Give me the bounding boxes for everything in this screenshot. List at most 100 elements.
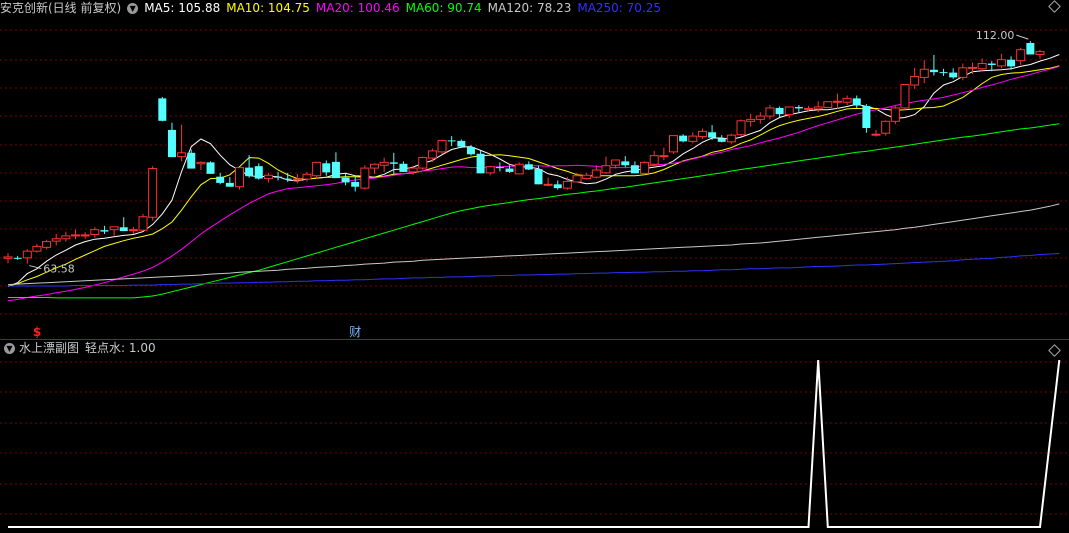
candle-body	[427, 150, 437, 159]
candle-body	[708, 132, 717, 138]
min-price-label: 63.58	[43, 263, 75, 276]
candle-body	[379, 161, 389, 166]
candle-body	[341, 177, 350, 183]
candle-body	[167, 129, 176, 158]
candle-body	[466, 147, 475, 155]
price-chart[interactable]: 112.00 63.58 $ 财	[0, 0, 1069, 533]
candle-body	[351, 181, 360, 187]
candle-body	[832, 100, 842, 103]
candle-body	[746, 118, 756, 122]
candle-body	[389, 162, 398, 164]
candle-body	[611, 159, 621, 166]
candle-body	[495, 167, 504, 169]
max-price-label: 112.00	[976, 29, 1015, 42]
candle-body	[919, 68, 929, 78]
candle-body	[245, 167, 254, 177]
candle-body	[206, 162, 215, 174]
candle-body	[562, 180, 572, 189]
candle-body	[254, 166, 263, 179]
candle-body	[292, 178, 302, 181]
candle-body	[274, 176, 283, 178]
candle-body	[765, 107, 775, 117]
candle-body	[688, 135, 698, 142]
candle-body	[505, 168, 514, 172]
candle-body	[534, 169, 543, 185]
candle-body	[177, 152, 187, 158]
candle-body	[900, 84, 910, 109]
candle-body	[591, 169, 601, 178]
candle-body	[939, 72, 948, 74]
candle-body	[399, 163, 408, 172]
candle-body	[148, 168, 158, 218]
candle-body	[668, 135, 678, 153]
candle-body	[958, 67, 968, 78]
candle-body	[967, 66, 977, 69]
candle-body	[216, 176, 225, 183]
candle-body	[630, 165, 639, 174]
candle-body	[582, 174, 592, 180]
candle-body	[601, 165, 611, 174]
ma-line-ma120	[7, 203, 1060, 286]
candle-body	[331, 161, 340, 179]
candle-body	[524, 164, 533, 170]
candle-body	[543, 183, 553, 186]
candle-body	[862, 106, 871, 128]
candle-body	[659, 155, 669, 158]
candle-body	[42, 241, 52, 248]
candle-body	[755, 115, 765, 120]
candle-body	[1035, 51, 1045, 55]
candle-body	[485, 166, 495, 174]
candle-body	[263, 174, 273, 180]
candle-body	[784, 106, 794, 116]
candle-body	[100, 230, 109, 232]
candle-body	[736, 120, 746, 136]
candle-body	[158, 98, 167, 121]
candle-body	[312, 161, 322, 177]
candle-body	[553, 184, 562, 189]
candle-body	[447, 140, 456, 142]
candle-body	[408, 167, 418, 173]
candle-body	[621, 161, 630, 166]
candle-body	[119, 227, 128, 232]
candle-body	[977, 63, 987, 70]
candle-body	[418, 157, 428, 169]
candle-body	[22, 250, 32, 259]
ma-line-ma60	[8, 123, 1060, 299]
candle-body	[804, 107, 814, 110]
candle-body	[572, 175, 582, 183]
candle-body	[842, 97, 852, 103]
candle-body	[679, 135, 688, 142]
candle-body	[71, 234, 81, 237]
candle-body	[726, 134, 736, 143]
candle-body	[823, 101, 833, 108]
candle-body	[302, 173, 312, 180]
candle-body	[225, 182, 234, 187]
candle-body	[234, 167, 244, 188]
candle-body	[476, 153, 485, 174]
candle-body	[80, 234, 90, 237]
candle-body	[640, 161, 650, 174]
candle-body	[360, 167, 370, 189]
candle-body	[457, 140, 466, 147]
candle-body	[929, 69, 938, 73]
candle-body	[90, 229, 100, 235]
candle-body	[1007, 59, 1016, 67]
candle-body	[697, 130, 707, 138]
candle-body	[32, 245, 42, 252]
candle-body	[1016, 49, 1026, 62]
candle-body	[813, 106, 823, 110]
candle-body	[881, 120, 891, 134]
candle-body	[649, 155, 659, 165]
candle-body	[987, 63, 996, 65]
candle-body	[514, 163, 524, 175]
candle-body	[109, 226, 119, 231]
candle-body	[51, 238, 61, 242]
candle-body	[852, 98, 861, 106]
candle-body	[890, 107, 900, 122]
candle-body	[949, 72, 958, 78]
candle-body	[13, 257, 22, 259]
candle-body	[61, 235, 71, 240]
candle-body	[322, 163, 331, 173]
candle-body	[794, 106, 803, 109]
candle-body	[437, 139, 447, 153]
